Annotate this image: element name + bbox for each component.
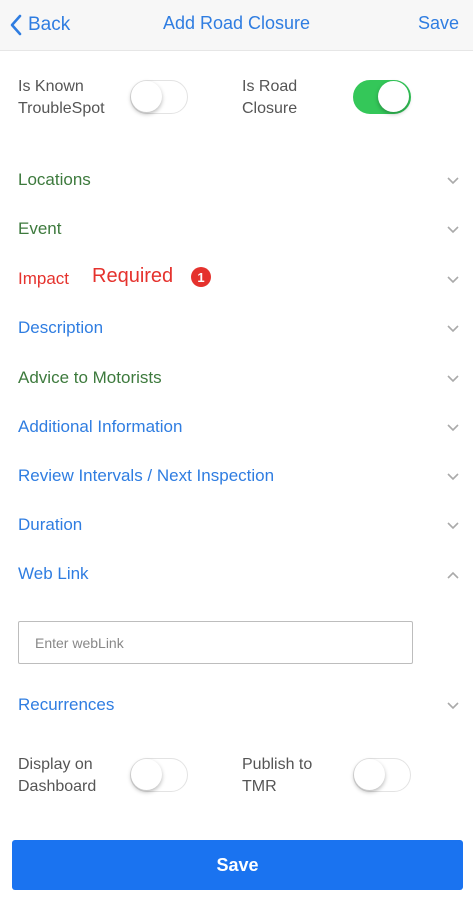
save-button[interactable]: Save: [12, 840, 463, 890]
display-on-dashboard-toggle[interactable]: [130, 758, 188, 792]
toggle-knob: [131, 81, 162, 112]
chevron-up-icon: [447, 571, 459, 579]
chevron-down-icon: [447, 375, 459, 383]
section-event[interactable]: Event: [0, 206, 473, 252]
section-recurrences[interactable]: Recurrences: [0, 682, 473, 728]
toggle-knob: [378, 81, 409, 112]
bottom-toggle-row: Display on Dashboard Publish to TMR: [0, 750, 473, 806]
chevron-down-icon: [447, 522, 459, 530]
toggle-knob: [131, 759, 162, 790]
section-review-intervals[interactable]: Review Intervals / Next Inspection: [0, 453, 473, 499]
display-on-dashboard-label: Display on Dashboard: [18, 756, 97, 795]
required-text: Required: [92, 265, 174, 287]
required-count-badge: 1: [191, 267, 211, 287]
chevron-down-icon: [447, 226, 459, 234]
publish-to-tmr-label: Publish to TMR: [242, 756, 313, 795]
section-locations[interactable]: Locations: [0, 157, 473, 203]
section-label: Recurrences: [18, 695, 115, 714]
save-nav-button[interactable]: Save: [418, 13, 459, 34]
chevron-down-icon: [447, 702, 459, 710]
section-description[interactable]: Description: [0, 305, 473, 351]
section-impact[interactable]: Impact Required 1: [0, 256, 473, 302]
section-additional-information[interactable]: Additional Information: [0, 404, 473, 450]
section-duration[interactable]: Duration: [0, 502, 473, 548]
section-label: Event: [18, 219, 62, 238]
chevron-down-icon: [447, 276, 459, 284]
section-label: Impact: [18, 269, 70, 288]
section-label: Duration: [18, 515, 83, 534]
road-closure-toggle[interactable]: [353, 80, 411, 114]
top-toggle-row: Is Known TroubleSpot Is Road Closure: [0, 72, 473, 128]
chevron-down-icon: [447, 325, 459, 333]
publish-to-tmr-toggle[interactable]: [353, 758, 411, 792]
section-label: Description: [18, 318, 104, 337]
section-label: Additional Information: [18, 417, 183, 436]
toggle-knob: [354, 759, 385, 790]
section-label: Review Intervals / Next Inspection: [18, 466, 275, 485]
road-closure-label: Is Road Closure: [242, 78, 298, 117]
chevron-down-icon: [447, 177, 459, 185]
navigation-bar: Back Add Road Closure Save: [0, 0, 473, 51]
section-advice-to-motorists[interactable]: Advice to Motorists: [0, 355, 473, 401]
known-troublespot-toggle[interactable]: [130, 80, 188, 114]
chevron-down-icon: [447, 473, 459, 481]
chevron-down-icon: [447, 424, 459, 432]
known-troublespot-label: Is Known TroubleSpot: [18, 78, 105, 117]
page-title: Add Road Closure: [162, 13, 311, 33]
weblink-input[interactable]: [18, 621, 413, 664]
section-label: Locations: [18, 170, 91, 189]
section-label: Web Link: [18, 564, 89, 583]
section-label: Advice to Motorists: [18, 368, 162, 387]
section-web-link[interactable]: Web Link: [0, 551, 473, 597]
